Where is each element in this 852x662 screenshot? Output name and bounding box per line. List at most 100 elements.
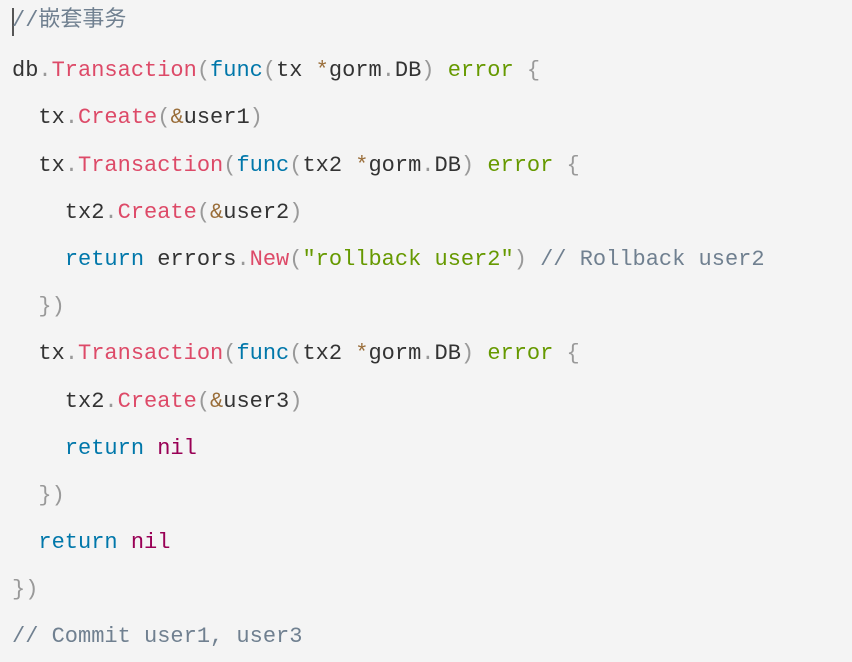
token-builtin: error (487, 152, 554, 178)
token-punct: ( (196, 199, 211, 225)
code-line: return errors.New("rollback user2") // R… (12, 236, 765, 283)
code-line: return nil (12, 519, 765, 566)
token-punct: . (236, 246, 250, 272)
token-function: New (249, 246, 290, 272)
token-punct: { (513, 58, 541, 84)
token-plain: tx (12, 105, 65, 131)
token-comment: //嵌套事务 (12, 8, 127, 33)
token-plain: DB (434, 341, 461, 367)
token-op: * (355, 152, 369, 178)
token-builtin: error (447, 58, 514, 84)
token-punct: . (38, 58, 52, 84)
token-keyword: func (236, 152, 290, 178)
token-punct: . (64, 341, 79, 367)
token-keyword: return (64, 435, 145, 461)
token-plain: DB (394, 58, 422, 84)
token-op: & (170, 105, 184, 131)
token-punct: ( (223, 152, 237, 178)
code-line: return nil (12, 425, 765, 472)
token-punct: ( (289, 341, 303, 367)
token-comment: // Commit user1, user3 (12, 624, 303, 650)
token-plain: gorm (368, 341, 422, 367)
token-builtin: error (487, 341, 554, 367)
token-function: Transaction (51, 58, 197, 84)
token-plain: tx2 (302, 341, 356, 367)
token-punct: }) (12, 577, 39, 603)
token-comment: // Rollback user2 (526, 246, 765, 272)
code-line: tx.Create(&user1) (12, 94, 765, 141)
token-punct: . (64, 152, 79, 178)
token-string: "rollback user2" (302, 246, 514, 272)
token-plain: tx2 (12, 199, 105, 225)
token-keyword: func (236, 341, 290, 367)
token-punct: ) (249, 105, 263, 131)
code-line: tx2.Create(&user2) (12, 189, 765, 236)
token-plain: tx2 (302, 152, 356, 178)
token-punct: }) (12, 482, 65, 508)
token-punct: . (104, 388, 118, 414)
code-line: tx.Transaction(func(tx2 *gorm.DB) error … (12, 142, 765, 189)
token-punct: ) (460, 152, 475, 178)
token-function: Create (78, 105, 158, 131)
token-plain: gorm (328, 58, 382, 84)
code-line: }) (12, 566, 765, 613)
token-punct: ( (262, 58, 277, 84)
token-plain: gorm (368, 152, 422, 178)
code-line: }) (12, 472, 765, 519)
code-line: //嵌套事务 (12, 0, 765, 47)
token-keyword: return (38, 530, 118, 556)
token-keyword: func (210, 58, 263, 84)
token-punct: ( (289, 152, 303, 178)
token-punct: { (553, 341, 580, 367)
code-line: tx.Transaction(func(tx2 *gorm.DB) error … (12, 330, 765, 377)
token-op: * (355, 341, 369, 367)
code-block[interactable]: //嵌套事务 db.Transaction(func(tx *gorm.DB) e… (12, 0, 765, 661)
token-nil: nil (157, 435, 197, 461)
token-punct: ( (196, 388, 211, 414)
code-line: db.Transaction(func(tx *gorm.DB) error { (12, 47, 765, 94)
code-line: }) (12, 283, 765, 330)
token-plain: tx (12, 152, 65, 178)
token-op: & (210, 388, 224, 414)
token-punct: ) (289, 388, 303, 414)
token-punct: ) (289, 199, 303, 225)
token-punct: }) (12, 294, 65, 320)
token-punct: ( (223, 341, 237, 367)
token-function: Transaction (78, 152, 224, 178)
token-plain: db (12, 58, 39, 84)
token-plain: tx2 (12, 388, 105, 414)
token-punct: ( (157, 105, 171, 131)
token-punct: . (104, 199, 118, 225)
token-punct: ) (513, 246, 527, 272)
token-punct: . (381, 58, 395, 84)
token-punct: ) (421, 58, 435, 84)
token-plain: user3 (223, 388, 290, 414)
code-line: tx2.Create(&user3) (12, 378, 765, 425)
token-punct: . (421, 341, 435, 367)
token-punct: ( (289, 246, 303, 272)
code-line: // Commit user1, user3 (12, 613, 765, 660)
token-punct: { (553, 152, 580, 178)
token-plain: tx (276, 58, 316, 84)
token-op: * (315, 58, 329, 84)
token-punct: ( (196, 58, 211, 84)
token-plain: user2 (223, 199, 290, 225)
token-function: Create (117, 199, 197, 225)
token-plain: user1 (183, 105, 250, 131)
token-punct: . (64, 105, 79, 131)
token-keyword: return (64, 246, 145, 272)
token-punct: ) (460, 341, 475, 367)
token-op: & (210, 199, 224, 225)
token-plain: tx (12, 341, 65, 367)
token-plain: DB (434, 152, 461, 178)
token-nil: nil (130, 530, 171, 556)
token-function: Transaction (78, 341, 224, 367)
